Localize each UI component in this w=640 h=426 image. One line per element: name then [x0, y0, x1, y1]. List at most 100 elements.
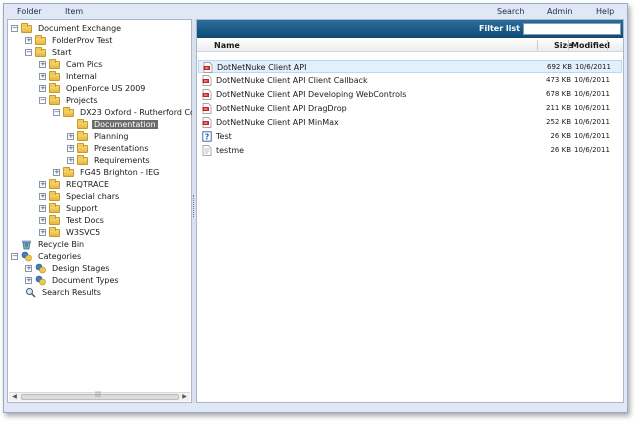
tree-node-label[interactable]: Planning — [92, 132, 130, 141]
tree-node-design-stages[interactable]: + Design Stages — [25, 263, 111, 274]
tree-node-fg45[interactable]: + FG45 Brighton - IEG — [53, 166, 161, 178]
tree-node-w3svc5[interactable]: + W3SVC5 — [39, 226, 102, 238]
pdf-icon — [202, 75, 212, 86]
expand-toggle[interactable]: + — [39, 193, 46, 200]
menu-admin[interactable]: Admin — [547, 7, 573, 16]
collapse-toggle[interactable]: − — [25, 49, 32, 56]
tree-node-document-types[interactable]: + Document Types — [25, 275, 121, 286]
file-name[interactable]: DotNetNuke Client API — [217, 63, 306, 72]
tree-node-dx23[interactable]: − DX23 Oxford - Rutherford Cons — [53, 106, 206, 118]
tree-node-label[interactable]: Requirements — [92, 156, 152, 165]
tree-node-reqtrace[interactable]: + REQTRACE — [39, 178, 111, 190]
scrollbar-thumb[interactable]: ||| — [21, 391, 179, 400]
tree-node-planning[interactable]: + Planning — [67, 130, 130, 142]
filter-input[interactable] — [523, 23, 621, 35]
tree-node-label[interactable]: Design Stages — [50, 264, 111, 273]
tree-node-label[interactable]: Document Exchange — [36, 24, 123, 33]
expand-toggle[interactable]: + — [25, 277, 32, 284]
expand-toggle[interactable]: + — [39, 181, 46, 188]
tree-node-test-docs[interactable]: + Test Docs — [39, 214, 106, 226]
expand-toggle[interactable]: + — [67, 145, 74, 152]
categories-icon — [21, 251, 32, 262]
splitter-grip-icon[interactable] — [193, 195, 195, 217]
collapse-toggle[interactable]: − — [11, 253, 18, 260]
file-name[interactable]: DotNetNuke Client API Client Callback — [216, 76, 368, 85]
tree-node-recycle-bin[interactable]: Recycle Bin — [21, 239, 86, 250]
column-divider[interactable] — [537, 40, 538, 50]
file-row[interactable]: DotNetNuke Client API Client Callback 473… — [198, 74, 622, 87]
tree-node-label[interactable]: REQTRACE — [64, 180, 111, 189]
file-row-selected[interactable]: DotNetNuke Client API 692 KB 10/6/2011 — [198, 60, 622, 73]
file-name[interactable]: Test — [216, 132, 232, 141]
file-row[interactable]: DotNetNuke Client API Developing WebCont… — [198, 88, 622, 101]
tree-node-search-results[interactable]: Search Results — [25, 287, 103, 298]
tree-node-label[interactable]: Support — [64, 204, 100, 213]
tree-node-label[interactable]: Document Types — [50, 276, 121, 285]
tree-node-document-exchange[interactable]: − Document Exchange — [11, 22, 123, 34]
tree-node-label[interactable]: OpenForce US 2009 — [64, 84, 147, 93]
expand-toggle[interactable]: + — [39, 73, 46, 80]
tree-node-label[interactable]: FolderProv Test — [50, 36, 114, 45]
scroll-left-icon[interactable]: ◀ — [10, 393, 19, 401]
file-row[interactable]: DotNetNuke Client API DragDrop 211 KB 10/6… — [198, 102, 622, 115]
file-row[interactable]: DotNetNuke Client API MinMax 252 KB 10/6/2… — [198, 116, 622, 129]
tree-node-label[interactable]: FG45 Brighton - IEG — [78, 168, 161, 177]
file-name[interactable]: testme — [216, 146, 244, 155]
menu-help[interactable]: Help — [596, 7, 614, 16]
tree-node-support[interactable]: + Support — [39, 202, 100, 214]
menu-search[interactable]: Search — [497, 7, 524, 16]
tree-node-requirements[interactable]: + Requirements — [67, 154, 152, 166]
tree-node-label[interactable]: Presentations — [92, 144, 150, 153]
tree-node-label[interactable]: Projects — [64, 96, 100, 105]
tree-node-start[interactable]: − Start — [25, 46, 74, 58]
expand-toggle[interactable]: + — [25, 37, 32, 44]
expand-toggle[interactable]: + — [67, 157, 74, 164]
expand-toggle[interactable]: + — [67, 133, 74, 140]
column-header-name[interactable]: Name — [214, 41, 240, 50]
collapse-toggle[interactable]: − — [39, 97, 46, 104]
tree-node-cam-pics[interactable]: + Cam Pics — [39, 58, 104, 70]
expand-toggle[interactable]: + — [25, 265, 32, 272]
tree-node-label[interactable]: W3SVC5 — [64, 228, 102, 237]
tree-node-label[interactable]: Test Docs — [64, 216, 106, 225]
tree-node-presentations[interactable]: + Presentations — [67, 142, 150, 154]
horizontal-scrollbar[interactable]: ◀ ||| ▶ — [9, 391, 190, 401]
scroll-right-icon[interactable]: ▶ — [180, 393, 189, 401]
file-name[interactable]: DotNetNuke Client API DragDrop — [216, 104, 347, 113]
expand-toggle[interactable]: + — [39, 205, 46, 212]
tree-node-special-chars[interactable]: + Special chars — [39, 190, 121, 202]
file-name[interactable]: DotNetNuke Client API Developing WebCont… — [216, 90, 406, 99]
tree-node-label[interactable]: Special chars — [64, 192, 121, 201]
tree-node-label[interactable]: Categories — [36, 252, 83, 261]
tree-node-label[interactable]: Recycle Bin — [36, 240, 86, 249]
tree-node-label[interactable]: Internal — [64, 72, 99, 81]
file-row[interactable]: testme 26 KB 10/6/2011 — [198, 144, 622, 157]
menu-folder[interactable]: Folder — [17, 7, 42, 16]
menu-item[interactable]: Item — [65, 7, 83, 16]
tree-node-folderprov-test[interactable]: + FolderProv Test — [25, 34, 114, 46]
expand-toggle[interactable]: + — [39, 61, 46, 68]
column-divider[interactable] — [568, 40, 569, 50]
tree-node-internal[interactable]: + Internal — [39, 70, 99, 82]
column-divider[interactable] — [607, 40, 608, 50]
column-header-size[interactable]: Size — [554, 41, 573, 50]
tree-node-openforce[interactable]: + OpenForce US 2009 — [39, 82, 147, 94]
tree-node-categories[interactable]: − Categories — [11, 251, 83, 262]
tree-node-label[interactable]: Search Results — [40, 288, 103, 297]
file-name[interactable]: DotNetNuke Client API MinMax — [216, 118, 339, 127]
tree-node-label[interactable]: Cam Pics — [64, 60, 104, 69]
column-header-modified[interactable]: Modified — [571, 41, 610, 50]
collapse-toggle[interactable]: − — [53, 109, 60, 116]
folder-icon — [49, 70, 60, 81]
tree-node-projects[interactable]: − Projects — [39, 94, 100, 106]
file-row[interactable]: ? Test 26 KB 10/6/2011 — [198, 130, 622, 143]
tree-node-label[interactable]: DX23 Oxford - Rutherford Cons — [78, 108, 206, 117]
collapse-toggle[interactable]: − — [11, 25, 18, 32]
expand-toggle[interactable]: + — [39, 217, 46, 224]
tree-node-documentation[interactable]: Documentation — [67, 118, 158, 130]
expand-toggle[interactable]: + — [39, 229, 46, 236]
tree-node-label-selected[interactable]: Documentation — [92, 120, 158, 129]
expand-toggle[interactable]: + — [53, 169, 60, 176]
tree-node-label[interactable]: Start — [50, 48, 74, 57]
expand-toggle[interactable]: + — [39, 85, 46, 92]
